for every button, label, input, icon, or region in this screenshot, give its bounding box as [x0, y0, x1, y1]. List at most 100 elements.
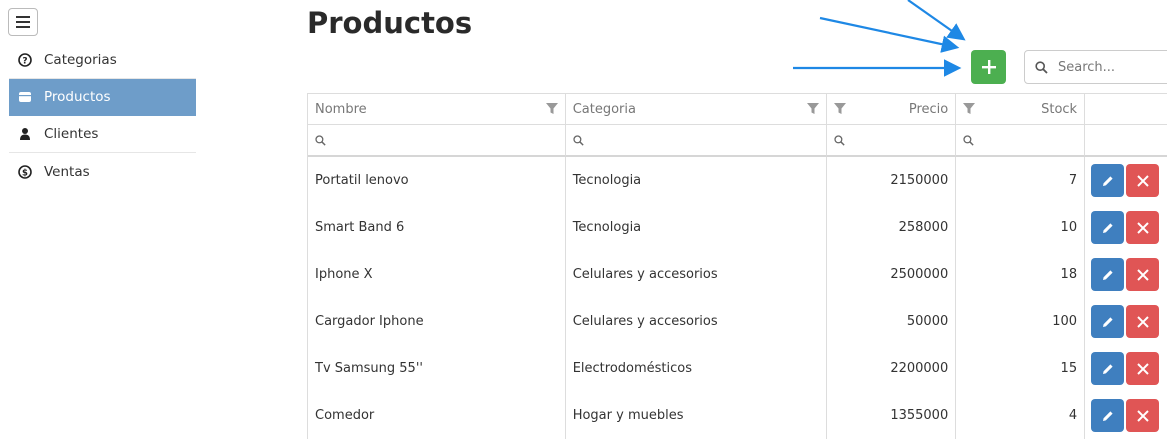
search-icon [834, 134, 846, 146]
filter-cell-stock[interactable] [956, 125, 1086, 157]
annotation-arrow [907, 0, 966, 41]
edit-button[interactable] [1091, 164, 1125, 197]
pencil-icon [1102, 363, 1113, 374]
close-icon [1136, 268, 1149, 281]
filter-icon[interactable] [807, 103, 820, 115]
cell-categoria: Celulares y accesorios [566, 251, 828, 298]
cell-stock: 100 [956, 298, 1086, 345]
column-header-categoria[interactable]: Categoria [565, 93, 828, 125]
search-input[interactable] [1056, 58, 1156, 76]
annotation-arrow [819, 16, 960, 53]
edit-button[interactable] [1091, 399, 1125, 432]
svg-text:?: ? [22, 57, 27, 67]
cell-nombre: Tv Samsung 55'' [308, 345, 566, 392]
sidebar-item-label: Clientes [44, 126, 99, 142]
products-table: Nombre Categoria Precio Stock Portatil l… [307, 93, 1167, 439]
pencil-icon [1102, 222, 1113, 233]
cell-categoria: Tecnologia [566, 204, 828, 251]
delete-button[interactable] [1126, 352, 1160, 385]
cell-precio: 1355000 [827, 392, 957, 439]
pencil-icon [1102, 316, 1113, 327]
column-header-precio[interactable]: Precio [827, 93, 957, 125]
close-icon [1136, 362, 1149, 375]
sidebar-item-ventas[interactable]: $ Ventas [9, 153, 196, 190]
pencil-icon [1102, 269, 1113, 280]
table-row: Iphone X Celulares y accesorios 2500000 … [308, 251, 1167, 298]
cell-categoria: Electrodomésticos [566, 345, 828, 392]
delete-button[interactable] [1126, 211, 1160, 244]
edit-button[interactable] [1091, 211, 1125, 244]
edit-button[interactable] [1091, 352, 1125, 385]
edit-button[interactable] [1091, 258, 1125, 291]
dollar-circle-icon: $ [18, 164, 32, 179]
sidebar-item-clientes[interactable]: Clientes [9, 116, 196, 153]
cell-stock: 18 [956, 251, 1086, 298]
plus-icon [981, 60, 996, 74]
delete-button[interactable] [1126, 164, 1160, 197]
filter-icon[interactable] [545, 103, 558, 115]
search-icon [573, 134, 584, 146]
close-icon [1136, 221, 1149, 234]
delete-button[interactable] [1126, 305, 1160, 338]
filter-cell-nombre[interactable] [308, 125, 566, 157]
cell-actions [1085, 157, 1167, 204]
cell-actions [1085, 251, 1167, 298]
cell-stock: 15 [956, 345, 1086, 392]
filter-cell-actions [1085, 125, 1167, 157]
cell-nombre: Iphone X [308, 251, 566, 298]
table-row: Portatil lenovo Tecnologia 2150000 7 [308, 157, 1167, 204]
cell-actions [1085, 298, 1167, 345]
filter-icon[interactable] [963, 103, 976, 115]
search-icon [315, 134, 326, 146]
column-header-nombre[interactable]: Nombre [308, 93, 566, 125]
sidebar: ? Categorias Productos Clientes $ Ventas [9, 42, 196, 190]
box-icon [18, 90, 32, 104]
column-header-actions [1085, 93, 1167, 125]
cell-nombre: Portatil lenovo [308, 157, 566, 204]
filter-row [308, 125, 1167, 157]
cell-precio: 50000 [827, 298, 957, 345]
cell-categoria: Tecnologia [566, 157, 828, 204]
question-circle-icon: ? [18, 53, 32, 67]
column-header-stock[interactable]: Stock [956, 93, 1086, 125]
cell-stock: 10 [956, 204, 1086, 251]
cell-actions [1085, 345, 1167, 392]
filter-cell-categoria[interactable] [565, 125, 828, 157]
filter-icon[interactable] [834, 103, 847, 115]
close-icon [1136, 174, 1149, 187]
cell-actions [1085, 204, 1167, 251]
search-icon [963, 134, 974, 146]
cell-precio: 258000 [827, 204, 957, 251]
search-icon [1035, 60, 1048, 74]
cell-precio: 2200000 [827, 345, 957, 392]
edit-button[interactable] [1091, 305, 1125, 338]
cell-categoria: Celulares y accesorios [566, 298, 828, 345]
cell-actions [1085, 392, 1167, 439]
cell-nombre: Cargador Iphone [308, 298, 566, 345]
search-box[interactable] [1024, 50, 1167, 84]
add-product-button[interactable] [971, 50, 1006, 84]
menu-toggle-button[interactable] [8, 8, 38, 36]
close-icon [1136, 315, 1149, 328]
sidebar-item-productos[interactable]: Productos [9, 79, 196, 116]
cell-nombre: Comedor [308, 392, 566, 439]
cell-precio: 2150000 [827, 157, 957, 204]
sidebar-item-label: Categorias [44, 52, 117, 68]
pencil-icon [1102, 410, 1113, 421]
cell-precio: 2500000 [827, 251, 957, 298]
table-row: Cargador Iphone Celulares y accesorios 5… [308, 298, 1167, 345]
table-body: Portatil lenovo Tecnologia 2150000 7 Sma… [308, 157, 1167, 439]
cell-stock: 4 [956, 392, 1086, 439]
user-icon [18, 127, 32, 141]
delete-button[interactable] [1126, 258, 1160, 291]
cell-stock: 7 [956, 157, 1086, 204]
hamburger-icon [16, 16, 30, 28]
cell-nombre: Smart Band 6 [308, 204, 566, 251]
sidebar-item-label: Productos [44, 89, 111, 105]
sidebar-item-categorias[interactable]: ? Categorias [9, 42, 196, 79]
cell-categoria: Hogar y muebles [566, 392, 828, 439]
table-header-row: Nombre Categoria Precio Stock [308, 93, 1167, 125]
delete-button[interactable] [1126, 399, 1160, 432]
table-row: Tv Samsung 55'' Electrodomésticos 220000… [308, 345, 1167, 392]
filter-cell-precio[interactable] [827, 125, 957, 157]
